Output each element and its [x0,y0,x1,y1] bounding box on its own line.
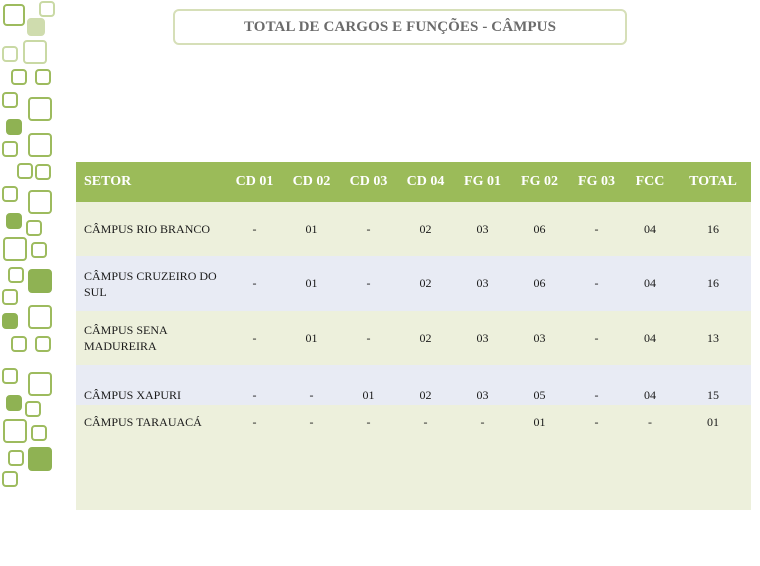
cell-setor: CÂMPUS RIO BRANCO [84,222,211,236]
table-cell: - [594,330,599,345]
table-cell: - [423,414,428,429]
table-row: CÂMPUS XAPURI - - 01 02 03 05 - 04 15 [76,365,751,405]
table-row: CÂMPUS CRUZEIRO DO SUL - 01 - 02 03 06 -… [76,256,751,311]
table-cell: - [594,388,599,402]
table-cell: 01 [305,276,318,290]
page-title: TOTAL DE CARGOS E FUNÇÕES - CÂMPUS [173,9,627,45]
column-header-fcc: FCC [635,174,665,189]
table-cell: 06 [533,221,546,236]
table-cell: - [366,276,371,290]
table-cell: 04 [644,330,656,345]
column-header-cd04: CD 04 [406,174,445,189]
table-cell: - [366,330,371,345]
cell-setor: CÂMPUS SENA MADUREIRA [84,323,168,353]
table-cell: - [309,414,314,429]
column-header-fg03: FG 03 [578,174,615,189]
table-cell: - [594,276,599,290]
table-cell: 01 [533,414,546,429]
cell-setor: CÂMPUS TARAUACÁ [84,415,202,429]
table-header-row: SETOR CD 01 CD 02 CD 03 CD 04 FG 01 FG 0… [76,162,751,202]
column-header-fg01: FG 01 [464,174,501,189]
column-header-cd02: CD 02 [292,174,331,189]
table-cell: - [309,388,314,402]
positions-table-container: SETOR CD 01 CD 02 CD 03 CD 04 FG 01 FG 0… [76,162,751,510]
table-cell: 01 [305,330,318,345]
table-cell: - [252,221,257,236]
table-cell: 02 [419,388,432,402]
table-cell: 03 [476,276,489,290]
table-cell-total: 13 [707,330,719,345]
column-header-fg02: FG 02 [521,174,558,189]
table-row: CÂMPUS RIO BRANCO - 01 - 02 03 06 - 04 1… [76,202,751,256]
table-cell: 03 [476,388,489,402]
table-cell: - [480,414,485,429]
table-cell: 05 [533,388,546,402]
table-cell: 01 [305,221,318,236]
decorative-squares [0,0,60,500]
table-cell: 04 [644,388,656,402]
table-cell-total: 16 [707,221,719,236]
table-cell-total: 16 [707,276,719,290]
table-cell-total: 15 [707,388,719,402]
table-cell: - [594,221,599,236]
cell-setor: CÂMPUS CRUZEIRO DO SUL [84,268,217,299]
table-cell: - [366,414,371,429]
table-cell: - [252,388,257,402]
table-cell: 04 [644,221,656,236]
table-cell: 02 [419,221,432,236]
table-cell: - [252,414,257,429]
table-cell: 01 [362,388,375,402]
table-cell: - [648,414,652,429]
table-cell: 04 [644,276,656,290]
table-cell: - [252,276,257,290]
cell-setor: CÂMPUS XAPURI [84,388,182,402]
table-cell: 02 [419,276,432,290]
column-header-cd01: CD 01 [235,174,274,189]
table-row: CÂMPUS SENA MADUREIRA - 01 - 02 03 03 - … [76,311,751,365]
page-title-text: TOTAL DE CARGOS E FUNÇÕES - CÂMPUS [243,18,557,35]
column-header-total: TOTAL [689,174,737,189]
column-header-setor: SETOR [84,174,132,189]
column-header-cd03: CD 03 [349,174,388,189]
table-cell: - [366,221,371,236]
table-cell: 06 [533,276,546,290]
table-cell: 03 [533,330,546,345]
table-row: CÂMPUS TARAUACÁ - - - - - 01 - - 01 [76,405,751,439]
table-cell: 03 [476,221,489,236]
table-cell: - [594,414,599,429]
table-cell: - [252,330,257,345]
positions-table: SETOR CD 01 CD 02 CD 03 CD 04 FG 01 FG 0… [76,162,751,439]
table-cell-total: 01 [707,414,719,429]
table-cell: 03 [476,330,489,345]
table-cell: 02 [419,330,432,345]
